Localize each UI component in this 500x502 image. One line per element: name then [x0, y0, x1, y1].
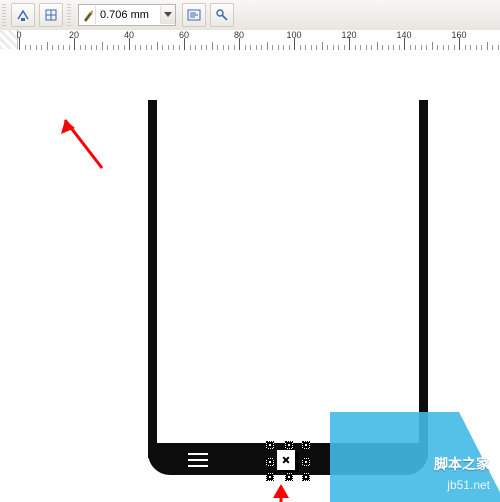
watermark-url: jb51.net [447, 478, 490, 492]
ruler-label: 120 [341, 30, 356, 40]
outline-pen-icon [79, 6, 96, 24]
property-bar [0, 0, 500, 31]
watermark-text: 脚本之家 [434, 454, 490, 474]
annotation-arrow-top [47, 110, 117, 180]
selection-bounding-box[interactable] [266, 441, 310, 481]
toolbar-grip[interactable] [2, 4, 6, 26]
ruler-label: 100 [286, 30, 301, 40]
selection-handle-tm[interactable] [285, 441, 293, 449]
phone-frame-right [419, 100, 428, 458]
wrap-paragraph-text-button[interactable] [182, 3, 206, 27]
ruler-label: 40 [124, 30, 134, 40]
toolbar-grip-2[interactable] [67, 4, 71, 26]
hamburger-menu-icon [188, 453, 208, 467]
selection-handle-bm[interactable] [285, 473, 293, 481]
ruler-label: 160 [451, 30, 466, 40]
app-stage: 0 20 40 60 80 100 120 140 160 [0, 0, 500, 502]
ruler-label: 80 [234, 30, 244, 40]
ruler-origin-box[interactable] [0, 30, 18, 49]
ruler-label: 140 [396, 30, 411, 40]
ruler-label: 0 [17, 30, 22, 40]
chevron-down-icon [164, 12, 172, 18]
selection-handle-ml[interactable] [266, 458, 274, 466]
selection-handle-bl[interactable] [266, 473, 274, 481]
vertical-ruler[interactable] [0, 50, 18, 502]
segment-flip-button[interactable] [11, 3, 35, 27]
ruler-label: 60 [179, 30, 189, 40]
outline-width-field[interactable] [78, 4, 176, 26]
phone-frame-left [148, 100, 157, 458]
outline-width-input[interactable] [96, 6, 160, 24]
selection-handle-tr[interactable] [302, 441, 310, 449]
outline-pen-options-button[interactable] [210, 3, 234, 27]
outline-width-dropdown[interactable] [160, 6, 175, 24]
selection-handle-tl[interactable] [266, 441, 274, 449]
back-card-x-icon[interactable] [277, 450, 299, 472]
horizontal-ruler[interactable]: 0 20 40 60 80 100 120 140 160 [0, 30, 500, 51]
ruler-label: 20 [69, 30, 79, 40]
annotation-arrow-bottom [267, 480, 295, 502]
selection-handle-mr[interactable] [302, 458, 310, 466]
segment-settings-button[interactable] [39, 3, 63, 27]
selection-handle-br[interactable] [302, 473, 310, 481]
ruler-ticks: 0 20 40 60 80 100 120 140 160 [17, 30, 500, 50]
